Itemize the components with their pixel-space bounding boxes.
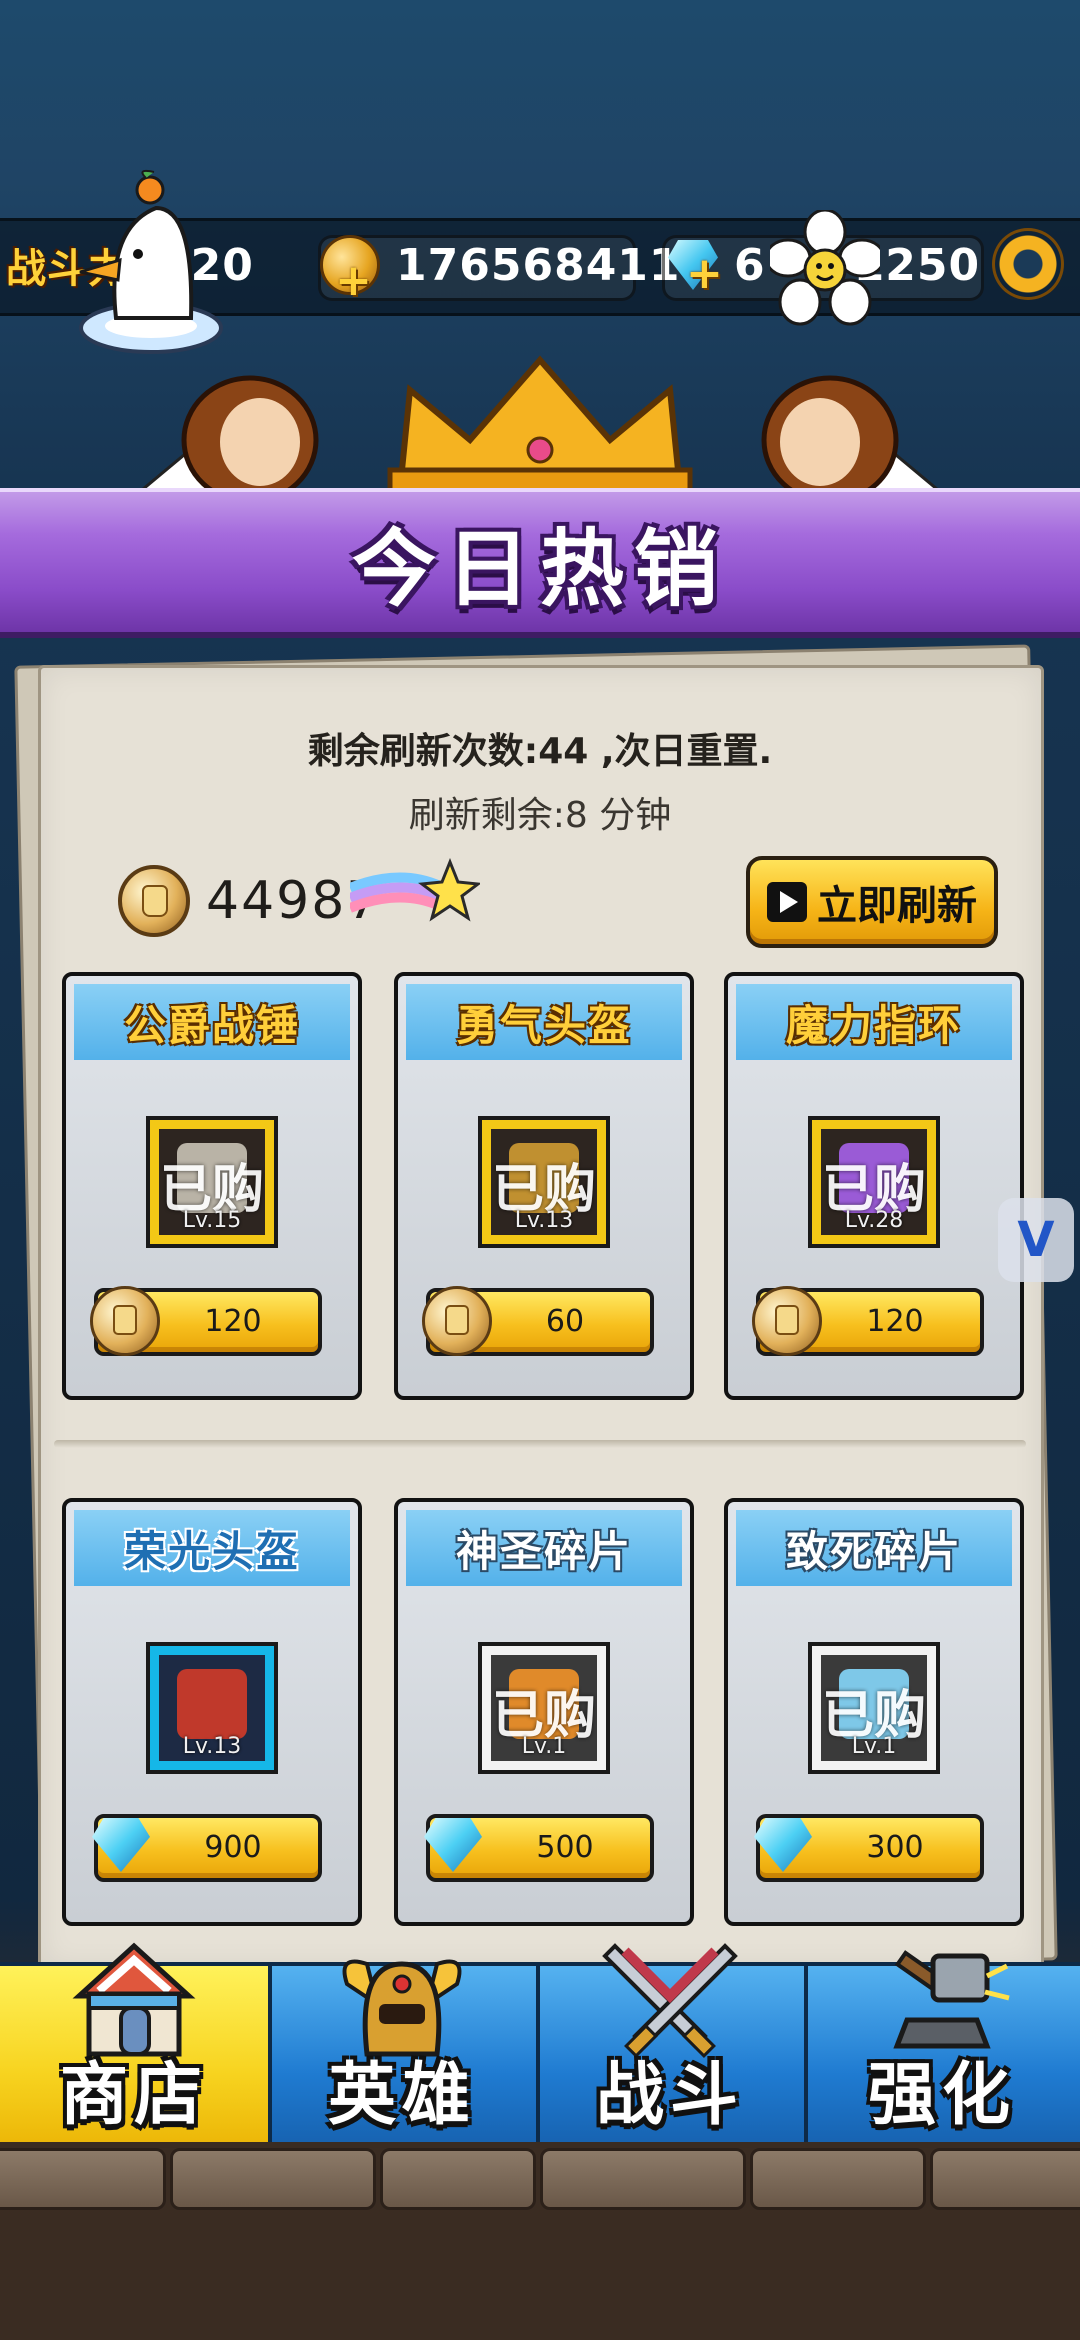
nav-label-shop: 商店 bbox=[59, 2056, 208, 2135]
nav-label-battle: 战斗 bbox=[595, 2056, 744, 2135]
item-icon: 已购 Lv.28 bbox=[821, 1129, 927, 1235]
item-art-icon bbox=[177, 1669, 247, 1739]
nav-tab-battle[interactable]: 战斗 bbox=[536, 1943, 808, 2146]
item-level: Lv.13 bbox=[514, 1208, 574, 1233]
fist-coin-icon bbox=[422, 1286, 492, 1356]
settings-gear-icon[interactable] bbox=[992, 228, 1064, 300]
banner-title: 今日热销 bbox=[351, 519, 728, 618]
fist-coin-icon bbox=[118, 865, 190, 937]
item-card[interactable]: 荣光头盔 Lv.13 900 bbox=[62, 1498, 362, 1926]
item-name: 荣光头盔 bbox=[123, 1526, 300, 1576]
add-gem-icon[interactable]: + bbox=[686, 252, 723, 296]
item-card-header: 魔力指环 bbox=[736, 984, 1012, 1060]
refresh-timer-text: 刷新剩余:8 分钟 bbox=[408, 795, 672, 836]
duck-mascot-icon bbox=[79, 169, 223, 354]
item-level: Lv.28 bbox=[844, 1208, 904, 1233]
item-icon-frame[interactable]: 已购 Lv.28 bbox=[808, 1116, 940, 1248]
item-icon-frame[interactable]: 已购 Lv.1 bbox=[808, 1642, 940, 1774]
item-icon-frame[interactable]: 已购 Lv.1 bbox=[478, 1642, 610, 1774]
item-name: 勇气头盔 bbox=[455, 1000, 632, 1050]
item-card-header: 勇气头盔 bbox=[406, 984, 682, 1060]
nav-label-hero: 英雄 bbox=[327, 2056, 476, 2135]
flower-mascot-icon bbox=[770, 210, 880, 326]
floor-stone bbox=[930, 2148, 1080, 2210]
item-card[interactable]: 勇气头盔已购 Lv.13 60 bbox=[394, 972, 694, 1400]
floor-stone bbox=[750, 2148, 926, 2210]
gold-coin-icon: + bbox=[320, 235, 380, 303]
bottom-nav: 商店 英雄 战斗 强化 bbox=[0, 1942, 1080, 2150]
buy-button[interactable]: 120 bbox=[752, 1286, 984, 1356]
item-icon-frame[interactable]: Lv.13 bbox=[146, 1642, 278, 1774]
buy-button[interactable]: 300 bbox=[754, 1814, 984, 1882]
item-price: 300 bbox=[866, 1830, 924, 1865]
refresh-now-label: 立即刷新 bbox=[817, 883, 977, 929]
buy-button[interactable]: 120 bbox=[90, 1286, 322, 1356]
item-level: Lv.1 bbox=[521, 1734, 567, 1759]
shop-currency: 44987 bbox=[118, 865, 381, 937]
item-price: 60 bbox=[545, 1304, 585, 1339]
floor-stone bbox=[380, 2148, 536, 2210]
buy-button[interactable]: 60 bbox=[422, 1286, 654, 1356]
nav-tab-hero[interactable]: 英雄 bbox=[268, 1959, 540, 2146]
shooting-star-icon bbox=[350, 858, 480, 922]
crown-trumpets-decoration bbox=[130, 355, 950, 500]
item-level: Lv.1 bbox=[851, 1734, 897, 1759]
item-icon: 已购 Lv.1 bbox=[821, 1655, 927, 1761]
item-price: 120 bbox=[866, 1304, 924, 1339]
section-divider bbox=[54, 1440, 1026, 1448]
gem-icon bbox=[754, 1818, 812, 1872]
item-icon-frame[interactable]: 已购 Lv.15 bbox=[146, 1116, 278, 1248]
item-card[interactable]: 公爵战锤已购 Lv.15 120 bbox=[62, 972, 362, 1400]
item-card-header: 神圣碎片 bbox=[406, 1510, 682, 1586]
floor-stone bbox=[540, 2148, 746, 2210]
daily-hot-banner: 今日热销 bbox=[0, 488, 1080, 638]
refresh-now-button[interactable]: 立即刷新 bbox=[746, 856, 998, 948]
item-card-header: 荣光头盔 bbox=[74, 1510, 350, 1586]
item-icon: 已购 Lv.13 bbox=[491, 1129, 597, 1235]
item-level: Lv.13 bbox=[182, 1734, 242, 1759]
item-card[interactable]: 致死碎片已购 Lv.1 300 bbox=[724, 1498, 1024, 1926]
item-name: 神圣碎片 bbox=[455, 1526, 632, 1576]
gold-value: 176568411 bbox=[396, 239, 681, 291]
item-price: 120 bbox=[204, 1304, 262, 1339]
item-name: 公爵战锤 bbox=[123, 1000, 300, 1050]
nav-tab-shop[interactable]: 商店 bbox=[0, 1942, 272, 2146]
gem-icon bbox=[92, 1818, 150, 1872]
buy-button[interactable]: 900 bbox=[92, 1814, 322, 1882]
item-price: 500 bbox=[536, 1830, 594, 1865]
item-icon: Lv.13 bbox=[159, 1655, 265, 1761]
add-gold-icon[interactable]: + bbox=[335, 259, 372, 303]
play-video-icon bbox=[767, 882, 807, 922]
floor-stone bbox=[0, 2148, 166, 2210]
gem-value: 6 bbox=[734, 239, 766, 291]
buy-button[interactable]: 500 bbox=[424, 1814, 654, 1882]
item-name: 魔力指环 bbox=[785, 1000, 962, 1050]
item-card-header: 公爵战锤 bbox=[74, 984, 350, 1060]
fist-coin-icon bbox=[90, 1286, 160, 1356]
refresh-count-text: 剩余刷新次数:44 ,次日重置. bbox=[307, 731, 773, 772]
floor-stone bbox=[170, 2148, 376, 2210]
item-name: 致死碎片 bbox=[785, 1526, 962, 1576]
gem-icon bbox=[424, 1818, 482, 1872]
item-icon-frame[interactable]: 已购 Lv.13 bbox=[478, 1116, 610, 1248]
side-float-v-icon[interactable]: V bbox=[998, 1198, 1074, 1282]
nav-label-enhance: 强化 bbox=[867, 2056, 1016, 2135]
gold-stat[interactable]: + 176568411 bbox=[320, 233, 681, 303]
item-card-header: 致死碎片 bbox=[736, 1510, 1012, 1586]
item-icon: 已购 Lv.1 bbox=[491, 1655, 597, 1761]
nav-tab-enhance[interactable]: 强化 bbox=[804, 1950, 1080, 2146]
item-level: Lv.15 bbox=[182, 1208, 242, 1233]
fist-coin-icon bbox=[752, 1286, 822, 1356]
item-price: 900 bbox=[204, 1830, 262, 1865]
item-icon: 已购 Lv.15 bbox=[159, 1129, 265, 1235]
item-card[interactable]: 魔力指环已购 Lv.28 120 bbox=[724, 972, 1024, 1400]
item-card[interactable]: 神圣碎片已购 Lv.1 500 bbox=[394, 1498, 694, 1926]
